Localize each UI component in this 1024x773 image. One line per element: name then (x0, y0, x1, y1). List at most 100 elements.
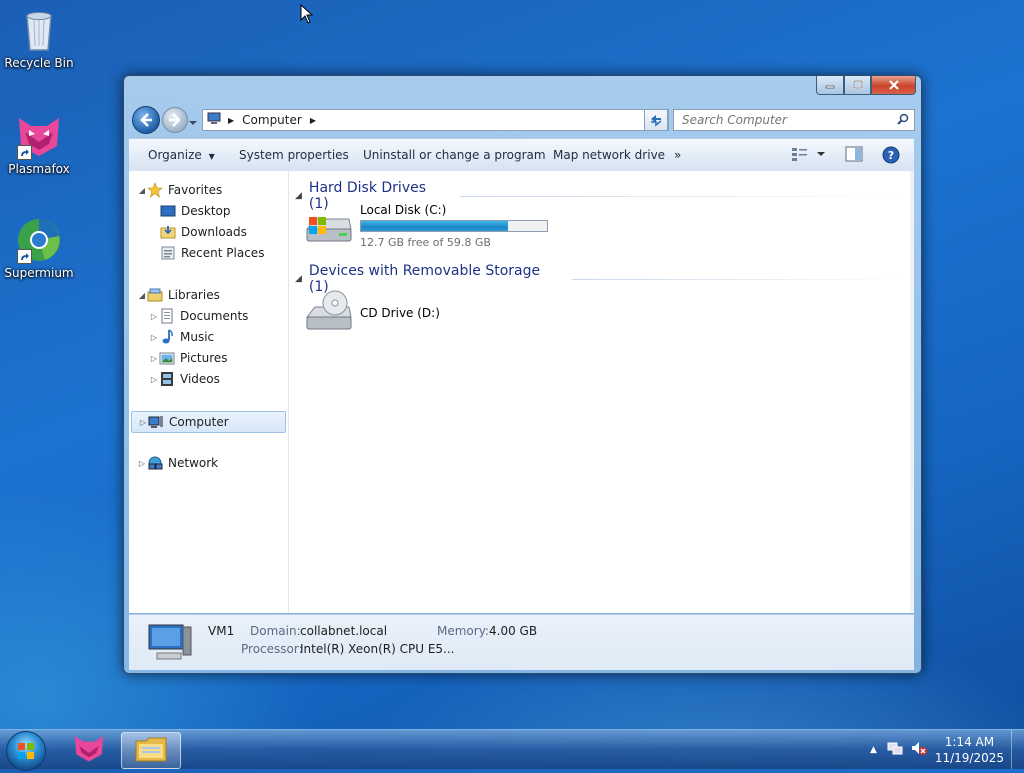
expanded-triangle-icon[interactable]: ◢ (137, 291, 147, 300)
nav-libraries[interactable]: ◢ Libraries (137, 285, 220, 305)
drive-cd-d[interactable]: CD Drive (D:) (303, 289, 440, 338)
breadcrumb-separator-icon: ▶ (309, 115, 316, 125)
nav-documents[interactable]: ▷ Documents (149, 306, 248, 326)
start-button[interactable] (6, 731, 46, 771)
maximize-button[interactable] (844, 76, 871, 95)
organize-button[interactable]: Organize ▼ (148, 148, 215, 162)
refresh-button[interactable] (644, 109, 668, 131)
minimize-button[interactable] (816, 76, 844, 95)
taskbar-explorer[interactable] (121, 732, 181, 769)
nav-label: Music (180, 330, 215, 344)
drive-name: Local Disk (C:) (360, 203, 447, 217)
processor-value: Intel(R) Xeon(R) CPU E5... (300, 642, 455, 656)
map-network-drive-button[interactable]: Map network drive (553, 148, 665, 162)
group-divider (572, 278, 914, 280)
hard-drive-icon (303, 211, 353, 249)
collapsed-triangle-icon[interactable]: ▷ (138, 418, 148, 427)
nav-favorites[interactable]: ◢ Favorites (137, 180, 222, 200)
computer-small-icon (206, 112, 222, 129)
nav-label: Recent Places (181, 246, 265, 260)
main-pane: ◢ Hard Disk Drives (1) Local Disk (C:) 1… (289, 171, 914, 613)
nav-label: Videos (180, 372, 220, 386)
memory-label: Memory: (437, 624, 489, 638)
show-hidden-icons-icon[interactable]: ▲ (870, 745, 877, 755)
nav-recent-places[interactable]: Recent Places (160, 243, 264, 263)
recycle-bin-icon (15, 6, 63, 54)
desktop-icon-supermium[interactable]: Supermium (1, 216, 77, 280)
chevron-down-icon: ▼ (208, 152, 215, 161)
pictures-icon (159, 350, 175, 366)
shortcut-arrow-icon (17, 249, 32, 264)
desktop-icon-recycle-bin[interactable]: Recycle Bin (1, 6, 77, 70)
drive-local-disk-c[interactable]: Local Disk (C:) 12.7 GB free of 59.8 GB (303, 203, 548, 249)
system-tray: ▲ (870, 730, 927, 769)
nav-label: Network (168, 456, 219, 470)
downloads-folder-icon (160, 224, 176, 240)
close-button[interactable] (871, 76, 916, 95)
cd-drive-icon (303, 289, 353, 338)
system-properties-button[interactable]: System properties (239, 148, 349, 162)
nav-computer[interactable]: ▷ Computer (131, 411, 286, 433)
collapse-group-icon[interactable]: ◢ (295, 191, 302, 201)
videos-film-icon (159, 371, 175, 387)
nav-label: Libraries (168, 288, 220, 302)
nav-downloads[interactable]: Downloads (160, 222, 247, 242)
volume-muted-icon[interactable] (911, 740, 927, 759)
organize-label: Organize (148, 148, 202, 162)
address-bar[interactable]: ▶ Computer ▶ (202, 109, 669, 131)
nav-label: Favorites (168, 183, 223, 197)
nav-network[interactable]: ▷ Network (137, 453, 218, 473)
nav-pictures[interactable]: ▷ Pictures (149, 348, 228, 368)
show-desktop-button[interactable] (1011, 730, 1024, 769)
star-icon (147, 182, 163, 198)
nav-label: Computer (169, 415, 229, 429)
preview-pane-button[interactable] (845, 146, 863, 165)
collapsed-triangle-icon[interactable]: ▷ (149, 312, 159, 321)
taskbar-plasmafox[interactable] (64, 732, 114, 767)
help-icon[interactable]: ? (882, 146, 900, 167)
desktop-icon-plasmafox[interactable]: Plasmafox (1, 112, 77, 176)
taskbar: ▲ 1:14 AM 11/19/2025 (0, 729, 1024, 771)
expanded-triangle-icon[interactable]: ◢ (137, 186, 147, 195)
forward-button[interactable] (162, 107, 188, 133)
drive-usage-fill (361, 221, 508, 231)
drive-usage-bar (360, 220, 548, 232)
search-icon[interactable] (897, 113, 909, 128)
collapse-group-icon[interactable]: ◢ (295, 274, 302, 284)
collapsed-triangle-icon[interactable]: ▷ (149, 333, 159, 342)
search-box[interactable] (673, 109, 915, 131)
nav-videos[interactable]: ▷ Videos (149, 369, 220, 389)
svg-text:?: ? (888, 149, 894, 162)
memory-value: 4.00 GB (489, 624, 538, 638)
recent-pages-chevron-icon[interactable] (189, 116, 197, 125)
domain-value: collabnet.local (300, 624, 388, 638)
collapsed-triangle-icon[interactable]: ▷ (149, 354, 159, 363)
breadcrumb-separator-icon: ▶ (228, 115, 235, 125)
computer-large-icon (147, 623, 193, 666)
search-input[interactable] (680, 112, 894, 128)
collapsed-triangle-icon[interactable]: ▷ (137, 459, 147, 468)
nav-label: Desktop (181, 204, 231, 218)
window-controls (816, 76, 916, 95)
music-note-icon (159, 329, 175, 345)
navigation-pane: ◢ Favorites Desktop Downloads Recent Pla… (129, 171, 289, 613)
scrollbar[interactable] (910, 171, 914, 613)
libraries-icon (147, 287, 163, 303)
nav-music[interactable]: ▷ Music (149, 327, 214, 347)
clock[interactable]: 1:14 AM 11/19/2025 (935, 734, 1004, 766)
more-commands-button[interactable]: » (674, 148, 681, 162)
uninstall-program-button[interactable]: Uninstall or change a program (363, 148, 546, 162)
nav-label: Pictures (180, 351, 228, 365)
network-tray-icon[interactable] (887, 740, 903, 759)
network-icon (147, 455, 163, 471)
back-button[interactable] (132, 106, 160, 134)
collapsed-triangle-icon[interactable]: ▷ (149, 375, 159, 384)
nav-desktop[interactable]: Desktop (160, 201, 231, 221)
group-divider (459, 195, 914, 197)
command-bar: Organize ▼ System properties Uninstall o… (129, 138, 914, 172)
breadcrumb-computer[interactable]: Computer (242, 113, 302, 127)
drive-free-space: 12.7 GB free of 59.8 GB (360, 236, 491, 249)
computer-icon (148, 414, 164, 430)
drive-name: CD Drive (D:) (360, 306, 440, 320)
change-view-button[interactable] (791, 146, 827, 165)
